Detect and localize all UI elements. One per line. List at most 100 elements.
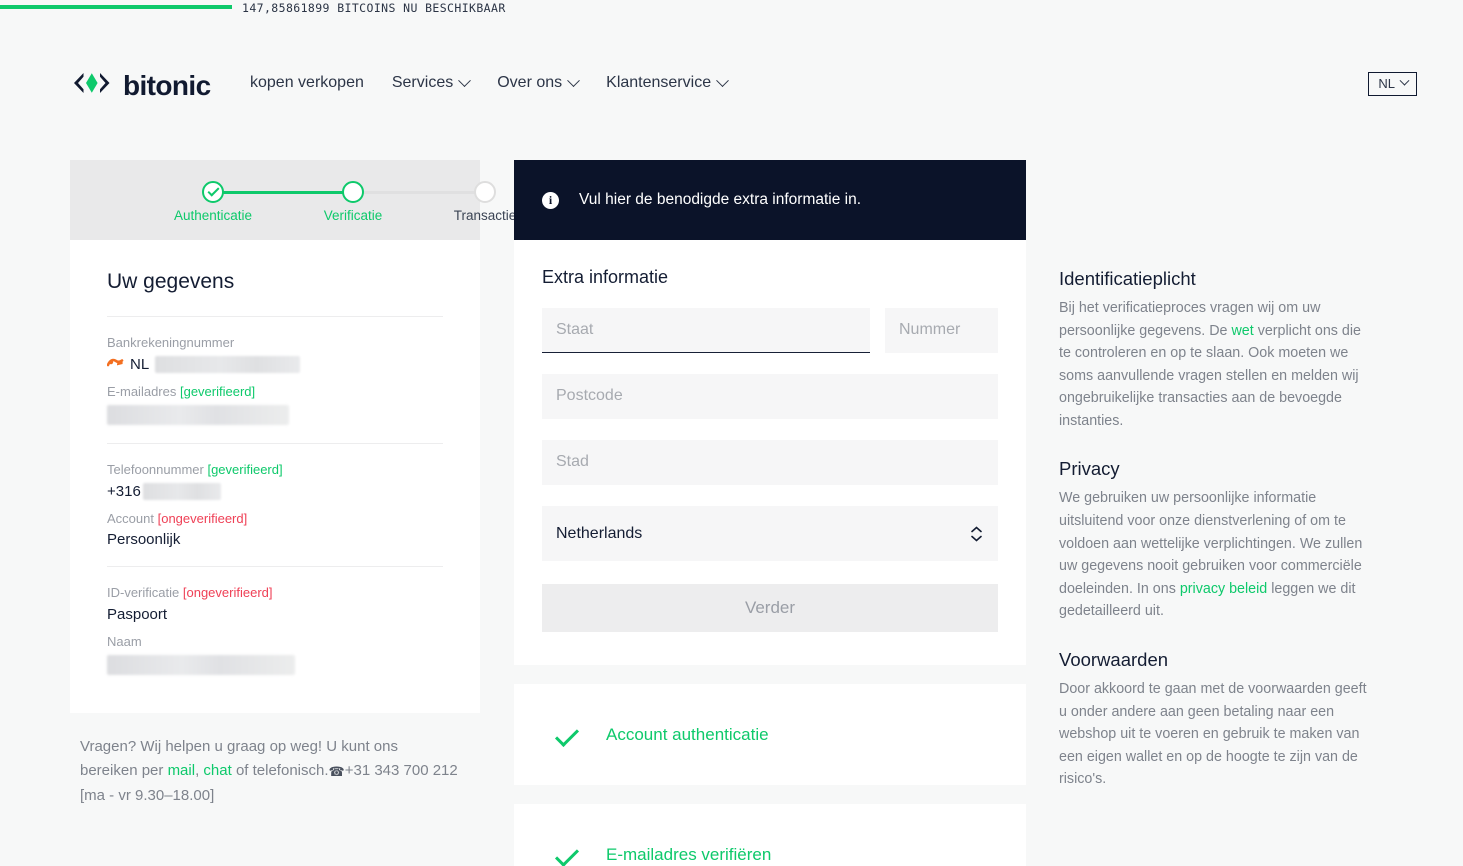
- redacted-name: [107, 655, 295, 675]
- verification-stepper: Authenticatie Verificatie Transactie: [70, 160, 516, 240]
- chevron-down-icon: [1399, 75, 1410, 86]
- stepper-label: Transactie: [453, 208, 517, 223]
- account-value: Persoonlijk: [107, 531, 181, 548]
- privacy-heading: Privacy: [1059, 458, 1120, 480]
- bank-account-label: Bankrekeningnummer: [107, 335, 235, 350]
- chat-link[interactable]: chat: [203, 762, 231, 779]
- bitonic-logo-icon: [70, 70, 116, 101]
- postcode-input[interactable]: [542, 374, 998, 419]
- verder-submit-button[interactable]: Verder: [542, 584, 998, 632]
- bank-logo-icon: [106, 356, 124, 373]
- email-label-text: E-mailadres: [107, 383, 177, 399]
- language-selector[interactable]: NL: [1368, 72, 1417, 96]
- wet-link[interactable]: wet: [1231, 323, 1253, 339]
- nav-item-over-ons[interactable]: Over ons: [497, 73, 581, 92]
- extra-information-form: Extra informatie Netherlands Verder: [514, 240, 1026, 665]
- nav-label: Services: [391, 74, 454, 91]
- top-ticker-bar: 147,85861899 BITCOINS NU BESCHIKBAAR: [0, 0, 1463, 22]
- country-select[interactable]: Netherlands: [542, 506, 998, 561]
- redacted-phone: [142, 482, 221, 500]
- bank-country-prefix: NL: [130, 355, 150, 373]
- id-verification-status-badge: [ongeverifieerd]: [182, 585, 273, 600]
- id-verification-label: ID-verificatie [ongeverifieerd]: [107, 583, 443, 603]
- support-help-text: Vragen? Wij helpen u graag op weg! U kun…: [70, 735, 480, 808]
- divider: [107, 443, 443, 444]
- info-banner-text: Vul hier de benodigde extra informatie i…: [579, 191, 862, 208]
- name-label: Naam: [107, 633, 142, 649]
- divider: [107, 566, 443, 567]
- phone-status-badge: [geverifieerd]: [207, 462, 283, 477]
- help-line-1: Vragen? Wij helpen u graag op weg! U kun…: [80, 738, 398, 755]
- page-load-progress-bar: [0, 5, 232, 9]
- check-icon: [554, 722, 580, 747]
- street-input[interactable]: [542, 308, 870, 353]
- email-label: E-mailadres [geverifieerd]: [107, 382, 443, 402]
- check-icon: [206, 184, 220, 197]
- phone-prefix: +316: [107, 482, 141, 500]
- user-details-title: Uw gegevens: [107, 270, 235, 293]
- stepper-label: Authenticatie: [173, 208, 253, 223]
- completed-step-card-email-verifieren[interactable]: E-mailadres verifiëren: [514, 804, 1026, 866]
- site-header: bitonic kopen verkopen Services Over ons…: [0, 22, 1463, 100]
- city-input[interactable]: [542, 440, 998, 485]
- help-opening-hours: [ma - vr 9.30–18.00]: [80, 786, 215, 804]
- main-navigation: kopen verkopen Services Over ons Klanten…: [250, 73, 729, 92]
- id-verification-label-text: ID-verificatie: [107, 585, 180, 600]
- email-status-badge: [geverifieerd]: [179, 383, 256, 399]
- nav-item-services[interactable]: Services: [391, 73, 472, 92]
- check-icon: [554, 842, 580, 866]
- completed-step-label: E-mailadres verifiëren: [606, 844, 772, 864]
- phone-label-text: Telefoonnummer: [107, 462, 204, 477]
- country-select-wrapper: Netherlands: [542, 506, 998, 561]
- language-selector-value: NL: [1378, 76, 1395, 91]
- redacted-email: [107, 405, 289, 425]
- bitonic-logo-wordmark: bitonic: [123, 69, 211, 101]
- form-title: Extra informatie: [542, 267, 669, 287]
- stepper-dot-pending: [474, 181, 496, 203]
- chevron-down-icon: [458, 73, 472, 87]
- account-status-badge: [ongeverifieerd]: [157, 510, 248, 526]
- id-document-type: Paspoort: [107, 605, 168, 623]
- divider: [107, 316, 443, 317]
- phone-label: Telefoonnummer [geverifieerd]: [107, 460, 443, 480]
- user-details-card: Uw gegevens Bankrekeningnummer NL E-mail…: [70, 240, 480, 713]
- info-icon: i: [542, 191, 559, 209]
- phone-value: +316: [107, 482, 443, 500]
- right-info-column: Identificatieplicht Bij het verificatiep…: [1059, 268, 1371, 791]
- nav-item-klantenservice[interactable]: Klantenservice: [606, 73, 729, 92]
- nav-item-kopen-verkopen[interactable]: kopen verkopen: [250, 74, 364, 92]
- stepper-track-completed: [213, 191, 353, 194]
- phone-icon: ☎: [328, 764, 345, 780]
- identificatieplicht-heading: Identificatieplicht: [1059, 268, 1196, 289]
- nav-label: Klantenservice: [606, 74, 712, 91]
- left-column: Authenticatie Verificatie Transactie Uw …: [70, 160, 516, 808]
- center-column: i Vul hier de benodigde extra informatie…: [514, 160, 1026, 866]
- nav-label: Over ons: [497, 74, 563, 91]
- stepper-label: Verificatie: [323, 208, 383, 223]
- bitonic-logo[interactable]: bitonic: [70, 70, 211, 101]
- nav-label: kopen verkopen: [250, 74, 364, 91]
- completed-step-card-account-authenticatie[interactable]: Account authenticatie: [514, 684, 1026, 785]
- street-number-row: [542, 308, 998, 374]
- bitcoin-availability-ticker: 147,85861899 BITCOINS NU BESCHIKBAAR: [242, 1, 506, 15]
- stepper-dot-current: [342, 181, 364, 203]
- identificatieplicht-paragraph: Bij het verificatieproces vragen wij om …: [1059, 297, 1371, 432]
- privacy-beleid-link[interactable]: privacy beleid: [1180, 581, 1267, 597]
- account-label-text: Account: [107, 510, 154, 526]
- support-phone-number[interactable]: +31 343 700 212: [345, 762, 458, 779]
- info-banner: i Vul hier de benodigde extra informatie…: [514, 160, 1026, 240]
- house-number-input[interactable]: [885, 308, 998, 353]
- completed-step-label: Account authenticatie: [606, 724, 769, 744]
- chevron-down-icon: [716, 73, 729, 87]
- mail-link[interactable]: mail: [168, 762, 196, 779]
- redacted-iban: [155, 355, 301, 373]
- voorwaarden-heading: Voorwaarden: [1059, 648, 1169, 670]
- help-line-2-suffix: of telefonisch.: [231, 762, 329, 780]
- help-line-2-prefix: bereiken per: [80, 762, 168, 780]
- page-body: Authenticatie Verificatie Transactie Uw …: [0, 100, 1463, 866]
- account-label: Account [ongeverifieerd]: [107, 509, 443, 529]
- privacy-paragraph: We gebruiken uw persoonlijke informatie …: [1059, 487, 1371, 622]
- bank-account-value: NL: [106, 355, 443, 373]
- chevron-down-icon: [567, 73, 581, 87]
- voorwaarden-paragraph: Door akkoord te gaan met de voorwaarden …: [1059, 680, 1367, 788]
